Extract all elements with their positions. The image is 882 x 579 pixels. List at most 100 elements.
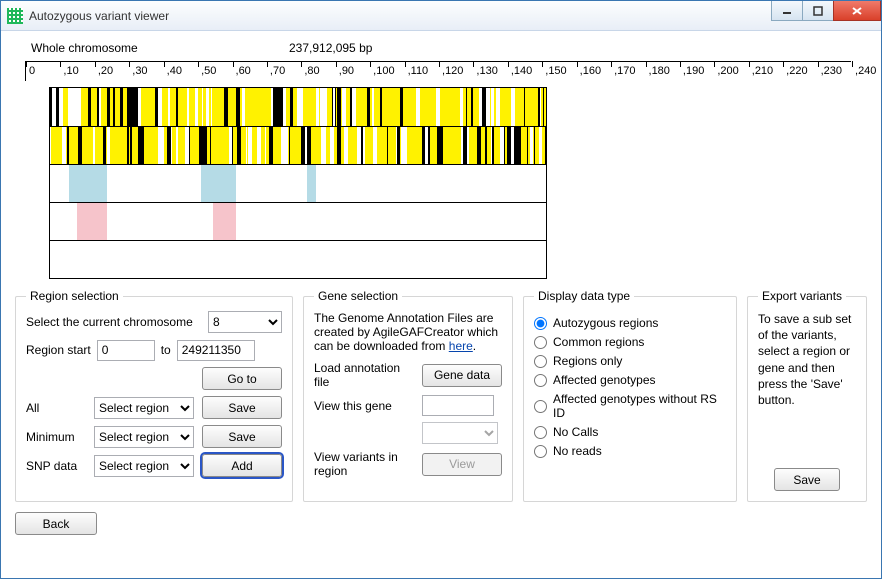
- track-autozygous[interactable]: [50, 164, 546, 202]
- row-all-label: All: [26, 401, 86, 415]
- gene-variant-select[interactable]: [422, 422, 498, 444]
- app-icon: [7, 8, 23, 24]
- display-option[interactable]: Affected genotypes without RS ID: [534, 392, 726, 420]
- ruler-tick: ,200: [714, 61, 715, 67]
- ruler-tick: ,210: [749, 61, 750, 67]
- region-band[interactable]: [201, 165, 237, 202]
- view-gene-label: View this gene: [314, 399, 414, 413]
- display-option[interactable]: Autozygous regions: [534, 316, 726, 330]
- app-window: Autozygous variant viewer Whole chromoso…: [0, 0, 882, 579]
- ruler-tick: ,100: [370, 61, 371, 67]
- ruler-tick: 0: [26, 61, 27, 67]
- display-option[interactable]: No Calls: [534, 425, 726, 439]
- gene-data-button[interactable]: Gene data: [422, 364, 502, 387]
- view-gene-input[interactable]: [422, 395, 494, 416]
- display-option-label: No Calls: [553, 425, 598, 439]
- minimum-save-button[interactable]: Save: [202, 425, 282, 448]
- ruler-tick: ,190: [680, 61, 681, 67]
- all-save-button[interactable]: Save: [202, 396, 282, 419]
- export-save-button[interactable]: Save: [774, 468, 840, 491]
- view-button[interactable]: View: [422, 453, 502, 476]
- ruler-tick: ,180: [646, 61, 647, 67]
- chromosome-select-label: Select the current chromosome: [26, 315, 193, 329]
- back-button[interactable]: Back: [15, 512, 97, 535]
- ruler-container: 0,10,20,30,40,50,60,70,80,90,100,110,120…: [25, 61, 851, 279]
- display-option-radio[interactable]: [534, 355, 547, 368]
- genomic-ruler[interactable]: 0,10,20,30,40,50,60,70,80,90,100,110,120…: [25, 61, 851, 81]
- ruler-tick: ,10: [60, 61, 61, 67]
- ruler-tick: ,20: [95, 61, 96, 67]
- region-band[interactable]: [307, 165, 315, 202]
- track-empty[interactable]: [50, 240, 546, 278]
- display-option-radio[interactable]: [534, 374, 547, 387]
- ruler-tick: ,240: [852, 61, 853, 67]
- control-panels: Region selection Select the current chro…: [15, 289, 867, 502]
- whole-chromosome-label: Whole chromosome: [31, 41, 138, 55]
- ruler-tick: ,130: [473, 61, 474, 67]
- ruler-tick: ,230: [818, 61, 819, 67]
- track-stack[interactable]: [49, 87, 547, 279]
- all-region-select[interactable]: Select region: [94, 397, 194, 419]
- ruler-tick: ,60: [233, 61, 234, 67]
- display-option-label: Affected genotypes: [553, 373, 656, 387]
- view-variants-label: View variants in region: [314, 450, 414, 478]
- minimize-icon: [782, 6, 792, 16]
- region-legend: Region selection: [26, 289, 123, 303]
- chromosome-select[interactable]: 12345678910111213141516171819202122XY: [208, 311, 282, 333]
- minimum-region-select[interactable]: Select region: [94, 426, 194, 448]
- maximize-button[interactable]: [802, 1, 834, 21]
- ruler-tick: ,70: [267, 61, 268, 67]
- display-option[interactable]: No reads: [534, 444, 726, 458]
- region-band[interactable]: [77, 203, 106, 240]
- row-snp-label: SNP data: [26, 459, 86, 473]
- download-link[interactable]: here: [449, 339, 473, 353]
- ruler-tick: ,150: [542, 61, 543, 67]
- display-option[interactable]: Common regions: [534, 335, 726, 349]
- snp-region-select[interactable]: Select region: [94, 455, 194, 477]
- display-option-radio[interactable]: [534, 445, 547, 458]
- region-to-label: to: [161, 343, 171, 357]
- region-selection-group: Region selection Select the current chro…: [15, 289, 293, 502]
- add-button[interactable]: Add: [202, 454, 282, 477]
- client-area: Whole chromosome 237,912,095 bp 0 ,10 ,20,…: [1, 31, 881, 578]
- region-start-input[interactable]: [97, 340, 155, 361]
- region-band[interactable]: [69, 165, 107, 202]
- close-button[interactable]: [833, 1, 881, 21]
- titlebar[interactable]: Autozygous variant viewer: [1, 1, 881, 31]
- ruler-tick: ,110: [405, 61, 406, 67]
- row-minimum-label: Minimum: [26, 430, 86, 444]
- minimize-button[interactable]: [771, 1, 803, 21]
- display-type-group: Display data type Autozygous regionsComm…: [523, 289, 737, 502]
- display-option-radio[interactable]: [534, 336, 547, 349]
- chromosome-length-label: 237,912,095 bp: [289, 41, 372, 55]
- gene-selection-group: Gene selection The Genome Annotation Fil…: [303, 289, 513, 502]
- ruler-tick: ,90: [336, 61, 337, 67]
- display-option-radio[interactable]: [534, 317, 547, 330]
- display-type-options: Autozygous regions Common regions Regions …: [534, 316, 726, 458]
- region-start-label: Region start: [26, 343, 91, 357]
- track-common[interactable]: [50, 202, 546, 240]
- region-band[interactable]: [213, 203, 236, 240]
- goto-button[interactable]: Go to: [202, 367, 282, 390]
- ruler-tick: ,160: [577, 61, 578, 67]
- ruler-tick: ,170: [611, 61, 612, 67]
- ruler-tick: ,50: [198, 61, 199, 67]
- track-snp-b[interactable]: [50, 126, 546, 164]
- display-option[interactable]: Affected genotypes: [534, 373, 726, 387]
- display-option[interactable]: Regions only: [534, 354, 726, 368]
- ruler-tick: ,120: [439, 61, 440, 67]
- region-end-input[interactable]: [177, 340, 255, 361]
- load-annotation-label: Load annotation file: [314, 361, 414, 389]
- track-snp-a[interactable]: [50, 88, 546, 126]
- gene-description: The Genome Annotation Files are created …: [314, 311, 502, 353]
- chromosome-header: Whole chromosome 237,912,095 bp: [25, 41, 867, 59]
- export-legend: Export variants: [758, 289, 846, 303]
- ruler-tick: ,40: [164, 61, 165, 67]
- ruler-tick: ,80: [301, 61, 302, 67]
- window-controls: [772, 1, 881, 21]
- window-title: Autozygous variant viewer: [29, 9, 169, 23]
- display-option-radio[interactable]: [534, 400, 547, 413]
- display-option-radio[interactable]: [534, 426, 547, 439]
- export-group: Export variants To save a sub set of the…: [747, 289, 867, 502]
- close-icon: [851, 6, 863, 16]
